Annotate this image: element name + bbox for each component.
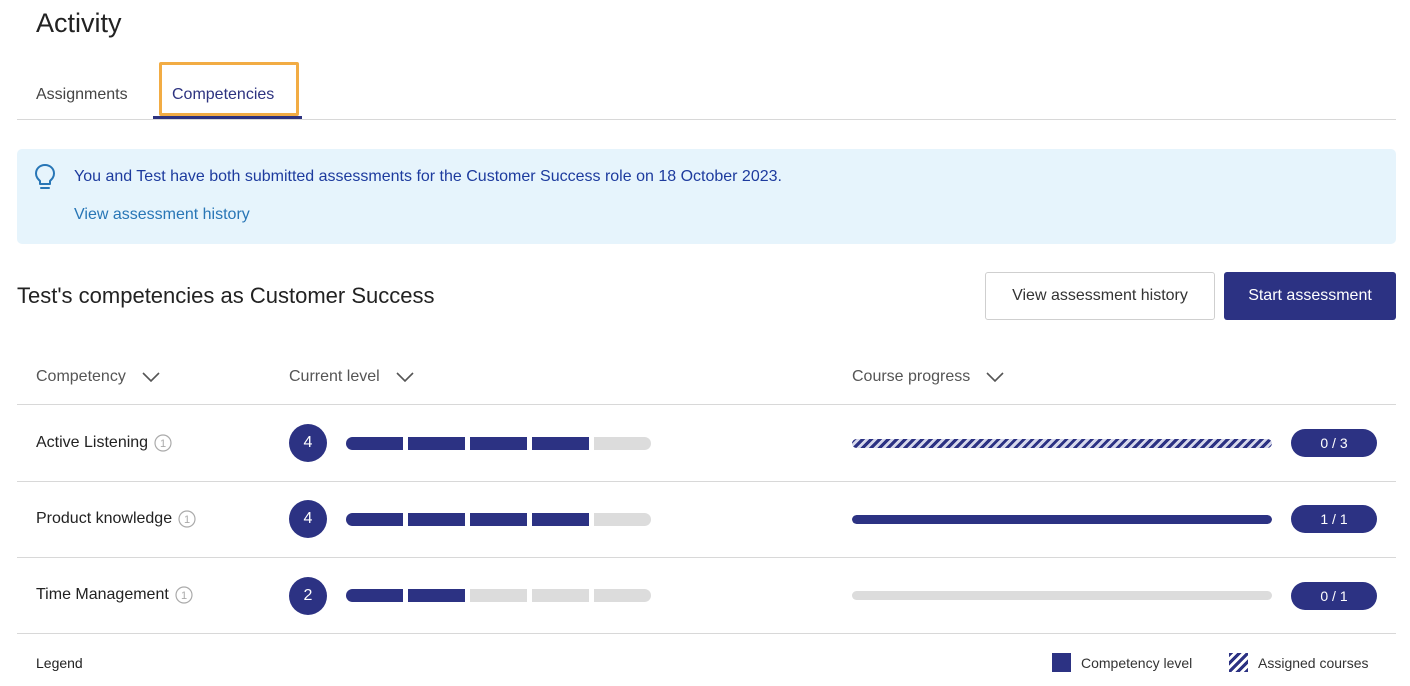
level-segment <box>346 437 403 450</box>
table-divider <box>17 481 1396 482</box>
column-label: Competency <box>36 368 126 385</box>
legend-item-competency: Competency level <box>1052 653 1192 672</box>
banner-message: You and Test have both submitted assessm… <box>74 168 782 185</box>
course-progress-bar <box>852 439 1272 448</box>
level-segment <box>532 513 589 526</box>
start-assessment-button[interactable]: Start assessment <box>1224 272 1396 320</box>
info-icon[interactable]: 1 <box>175 586 193 604</box>
level-bar <box>346 513 651 526</box>
competency-name: Time Management 1 <box>36 586 193 604</box>
level-segment <box>594 589 651 602</box>
course-count-badge: 0 / 1 <box>1291 582 1377 610</box>
banner-history-link[interactable]: View assessment history <box>74 206 250 224</box>
competency-label: Time Management <box>36 586 169 603</box>
level-badge: 4 <box>289 500 327 538</box>
course-count-badge: 0 / 3 <box>1291 429 1377 457</box>
svg-text:1: 1 <box>181 590 187 602</box>
column-label: Course progress <box>852 368 971 385</box>
chevron-down-icon <box>142 372 160 382</box>
view-history-button[interactable]: View assessment history <box>985 272 1215 320</box>
column-header-level[interactable]: Current level <box>289 368 414 386</box>
solid-swatch-icon <box>1052 653 1071 672</box>
chevron-down-icon <box>986 372 1004 382</box>
table-divider <box>17 633 1396 634</box>
course-count-badge: 1 / 1 <box>1291 505 1377 533</box>
legend-item-label: Competency level <box>1081 654 1193 671</box>
legend-label: Legend <box>36 655 83 671</box>
level-bar <box>346 437 651 450</box>
page-title: Activity <box>36 8 122 38</box>
level-badge: 4 <box>289 424 327 462</box>
level-segment <box>408 437 465 450</box>
svg-text:1: 1 <box>184 514 190 526</box>
info-icon[interactable]: 1 <box>154 434 172 452</box>
table-divider <box>17 404 1396 405</box>
competency-name: Product knowledge 1 <box>36 510 196 528</box>
legend-item-label: Assigned courses <box>1258 654 1369 671</box>
lightbulb-icon <box>35 164 55 189</box>
level-segment <box>470 513 527 526</box>
info-banner <box>17 149 1396 244</box>
tab-competencies[interactable]: Competencies <box>172 86 274 104</box>
level-segment <box>346 513 403 526</box>
level-segment <box>408 589 465 602</box>
level-segment <box>470 437 527 450</box>
table-divider <box>17 557 1396 558</box>
level-segment <box>532 437 589 450</box>
competency-label: Product knowledge <box>36 510 173 527</box>
striped-swatch-icon <box>1229 653 1248 672</box>
competency-label: Active Listening <box>36 434 149 451</box>
level-segment <box>594 437 651 450</box>
level-segment <box>470 589 527 602</box>
chevron-down-icon <box>396 372 414 382</box>
level-segment <box>594 513 651 526</box>
tabs-divider <box>17 119 1396 120</box>
section-title: Test's competencies as Customer Success <box>17 283 435 308</box>
column-label: Current level <box>289 368 380 385</box>
completed-courses-fill <box>852 515 1272 524</box>
column-header-competency[interactable]: Competency <box>36 368 160 386</box>
level-badge: 2 <box>289 577 327 615</box>
level-segment <box>532 589 589 602</box>
svg-text:1: 1 <box>160 438 166 450</box>
course-progress-bar <box>852 515 1272 524</box>
assigned-courses-fill <box>852 439 1272 448</box>
legend-item-assigned: Assigned courses <box>1229 653 1369 672</box>
competency-name: Active Listening 1 <box>36 434 172 452</box>
level-segment <box>346 589 403 602</box>
course-progress-bar <box>852 591 1272 600</box>
info-icon[interactable]: 1 <box>178 510 196 528</box>
level-segment <box>408 513 465 526</box>
level-bar <box>346 589 651 602</box>
tab-assignments[interactable]: Assignments <box>36 86 128 104</box>
column-header-progress[interactable]: Course progress <box>852 368 1004 386</box>
